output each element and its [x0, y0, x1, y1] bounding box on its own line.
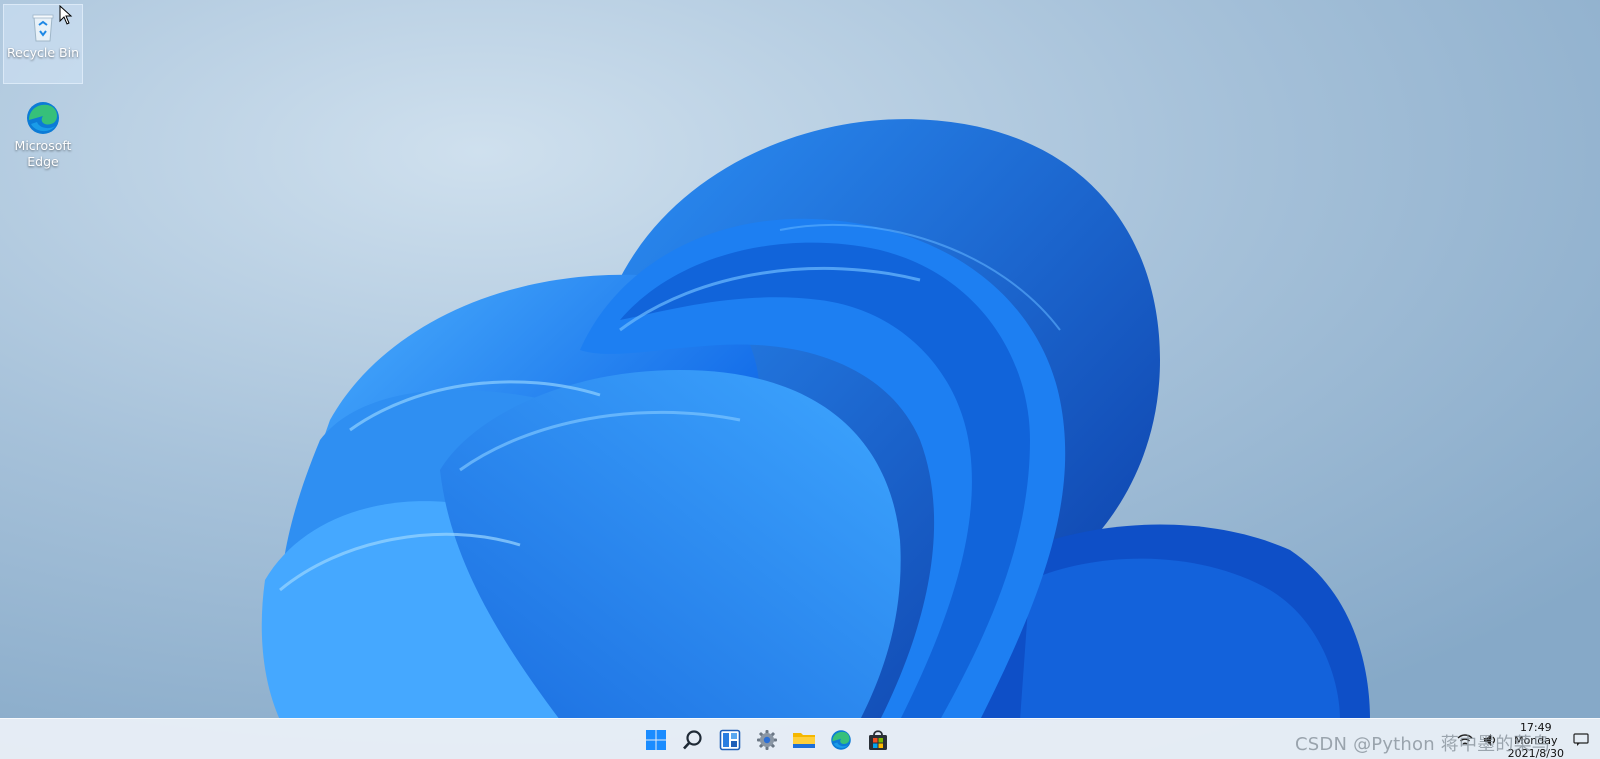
edge-button[interactable]	[825, 724, 857, 756]
mouse-cursor-icon	[59, 5, 73, 25]
wallpaper-bloom	[0, 0, 1600, 759]
edge-label: Microsoft Edge	[14, 138, 72, 169]
store-button[interactable]	[862, 724, 894, 756]
notification-icon[interactable]	[1572, 732, 1590, 748]
taskbar-pinned-apps	[640, 724, 894, 756]
edge-icon	[27, 102, 59, 134]
desktop-icon-edge[interactable]: Microsoft Edge	[3, 94, 83, 174]
folder-icon	[793, 733, 815, 748]
store-icon	[869, 730, 887, 750]
windows-start-icon	[646, 730, 666, 750]
widgets-icon	[719, 729, 741, 751]
watermark-text: CSDN @Python 蒋中墨的菜鸟	[1295, 734, 1550, 755]
settings-button[interactable]	[751, 724, 783, 756]
start-button[interactable]	[640, 724, 672, 756]
search-button[interactable]	[677, 724, 709, 756]
file-explorer-button[interactable]	[788, 724, 820, 756]
gear-icon	[757, 730, 777, 750]
search-icon	[683, 730, 702, 750]
widgets-button[interactable]	[714, 724, 746, 756]
edge-icon	[831, 730, 851, 750]
desktop-screen: Recycle Bin Microsoft Edge 17:49 Monday …	[0, 0, 1600, 759]
recycle-bin-label: Recycle Bin	[6, 45, 80, 60]
recycle-bin-icon	[32, 14, 54, 42]
